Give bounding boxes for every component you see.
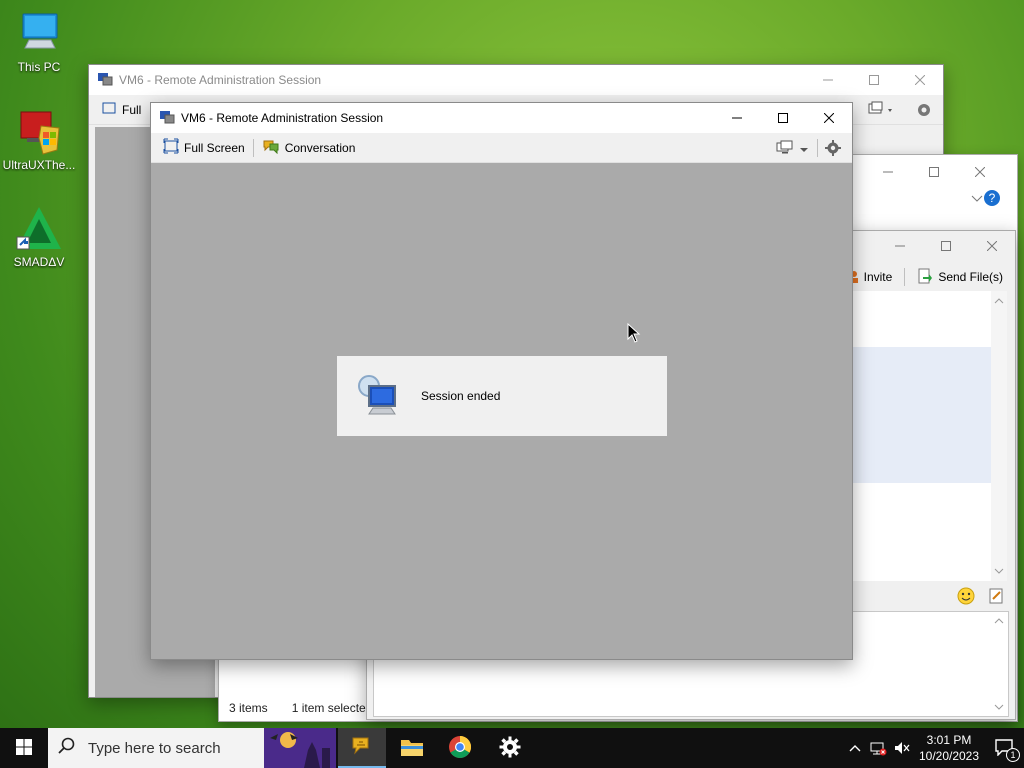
full-screen-icon bbox=[163, 138, 179, 157]
minimize-button[interactable] bbox=[805, 65, 851, 95]
window-title: VM6 - Remote Administration Session bbox=[119, 73, 322, 87]
input-scrollbar[interactable] bbox=[991, 613, 1007, 715]
toolbar-separator bbox=[817, 139, 818, 157]
selected-highlight bbox=[853, 347, 993, 483]
action-center-button[interactable]: 1 bbox=[984, 738, 1024, 762]
close-button[interactable] bbox=[957, 157, 1003, 187]
settings-gear-icon bbox=[499, 736, 521, 761]
settings-gear-icon[interactable] bbox=[915, 101, 933, 122]
ultraux-icon bbox=[15, 108, 63, 156]
full-screen-button[interactable]: Full Screen bbox=[159, 136, 249, 160]
taskbar: Type here to search 3:01 PM 10/20/2023 1 bbox=[0, 728, 1024, 768]
title-bar[interactable]: VM6 - Remote Administration Session bbox=[151, 103, 852, 133]
volume-muted-icon[interactable] bbox=[890, 740, 914, 756]
svg-text:?: ? bbox=[989, 191, 996, 205]
minimize-button[interactable] bbox=[877, 231, 923, 261]
folder-icon bbox=[400, 736, 424, 761]
conversation-icon bbox=[262, 138, 280, 157]
send-files-button[interactable]: Send File(s) bbox=[913, 265, 1007, 289]
settings-gear-icon[interactable] bbox=[824, 139, 842, 160]
send-file-icon bbox=[917, 268, 933, 287]
chat-toolbar: Invite Send File(s) bbox=[839, 265, 1007, 289]
taskbar-app-remote-chat[interactable] bbox=[338, 728, 386, 768]
clock-date: 10/20/2023 bbox=[918, 749, 980, 763]
close-button[interactable] bbox=[806, 103, 852, 133]
session-ended-box: Session ended bbox=[337, 356, 667, 436]
maximize-button[interactable] bbox=[851, 65, 897, 95]
close-button[interactable] bbox=[897, 65, 943, 95]
dropdown-arrow-icon bbox=[800, 142, 808, 156]
taskbar-app-chrome[interactable] bbox=[436, 728, 484, 768]
notification-count-badge: 1 bbox=[1006, 747, 1020, 762]
smadav-icon bbox=[15, 205, 63, 253]
minimize-button[interactable] bbox=[865, 157, 911, 187]
close-button[interactable] bbox=[969, 231, 1015, 261]
window-title: VM6 - Remote Administration Session bbox=[181, 111, 384, 125]
full-screen-icon bbox=[101, 100, 117, 119]
network-icon[interactable] bbox=[866, 740, 890, 756]
full-screen-button[interactable]: Full bbox=[97, 98, 145, 122]
mouse-cursor-icon bbox=[627, 322, 641, 346]
history-scrollbar[interactable] bbox=[991, 291, 1007, 581]
minimize-button[interactable] bbox=[714, 103, 760, 133]
disconnected-computer-icon bbox=[355, 372, 401, 421]
taskbar-app-file-explorer[interactable] bbox=[388, 728, 436, 768]
emoji-icon[interactable] bbox=[957, 587, 975, 608]
desktop-icon-label: This PC bbox=[17, 60, 61, 74]
taskbar-app-settings[interactable] bbox=[486, 728, 534, 768]
monitor-select-icon[interactable] bbox=[867, 101, 895, 122]
maximize-button[interactable] bbox=[923, 231, 969, 261]
toolbar-separator bbox=[252, 138, 254, 157]
start-button[interactable] bbox=[0, 728, 48, 768]
toolbar-separator bbox=[904, 268, 906, 286]
system-tray: 3:01 PM 10/20/2023 1 bbox=[844, 728, 1024, 768]
search-placeholder: Type here to search bbox=[88, 739, 221, 757]
conversation-button[interactable]: Conversation bbox=[258, 136, 360, 160]
status-selected-count: 1 item selecte bbox=[291, 701, 366, 715]
status-bar: 3 items 1 item selecte bbox=[229, 701, 366, 715]
search-icon bbox=[58, 737, 76, 759]
invite-label: Invite bbox=[863, 270, 893, 284]
desktop-icon-this-pc[interactable]: This PC bbox=[1, 10, 77, 74]
clock-time: 3:01 PM bbox=[926, 733, 972, 747]
halloween-search-highlight-icon bbox=[264, 728, 336, 768]
remote-session-icon bbox=[97, 71, 113, 90]
clock[interactable]: 3:01 PM 10/20/2023 bbox=[914, 732, 984, 764]
desktop-icon-smadav[interactable]: SMADΔV bbox=[1, 205, 77, 269]
show-hidden-icons-chevron-icon[interactable] bbox=[844, 744, 866, 752]
help-icon[interactable]: ? bbox=[983, 189, 1001, 210]
monitor-icon bbox=[776, 139, 794, 158]
remote-session-window[interactable]: VM6 - Remote Administration Session Full… bbox=[150, 102, 853, 660]
windows-logo-icon bbox=[16, 738, 32, 758]
monitor-select-button[interactable] bbox=[776, 139, 808, 158]
session-toolbar: Full Screen Conversation bbox=[151, 133, 852, 163]
conversation-label: Conversation bbox=[284, 140, 356, 155]
full-screen-label: Full Screen bbox=[184, 140, 245, 155]
desktop-icon-label: SMADΔV bbox=[13, 255, 65, 269]
status-item-count: 3 items bbox=[229, 701, 268, 715]
desktop-icon-label: UltraUXThe... bbox=[2, 158, 76, 172]
remote-session-icon bbox=[159, 109, 175, 128]
full-screen-label: Full bbox=[122, 102, 142, 117]
taskbar-search-box[interactable]: Type here to search bbox=[48, 728, 336, 768]
chrome-icon bbox=[448, 735, 472, 762]
maximize-button[interactable] bbox=[760, 103, 806, 133]
maximize-button[interactable] bbox=[911, 157, 957, 187]
desktop-icon-ultraux[interactable]: UltraUXThe... bbox=[1, 108, 77, 172]
computer-icon bbox=[15, 10, 63, 58]
edit-note-icon[interactable] bbox=[987, 587, 1005, 608]
session-ended-message: Session ended bbox=[421, 389, 501, 403]
title-bar[interactable]: VM6 - Remote Administration Session bbox=[89, 65, 943, 95]
chat-bubbles-icon bbox=[350, 734, 374, 761]
expand-ribbon-chevron-icon[interactable] bbox=[971, 193, 983, 207]
send-files-label: Send File(s) bbox=[938, 270, 1003, 284]
